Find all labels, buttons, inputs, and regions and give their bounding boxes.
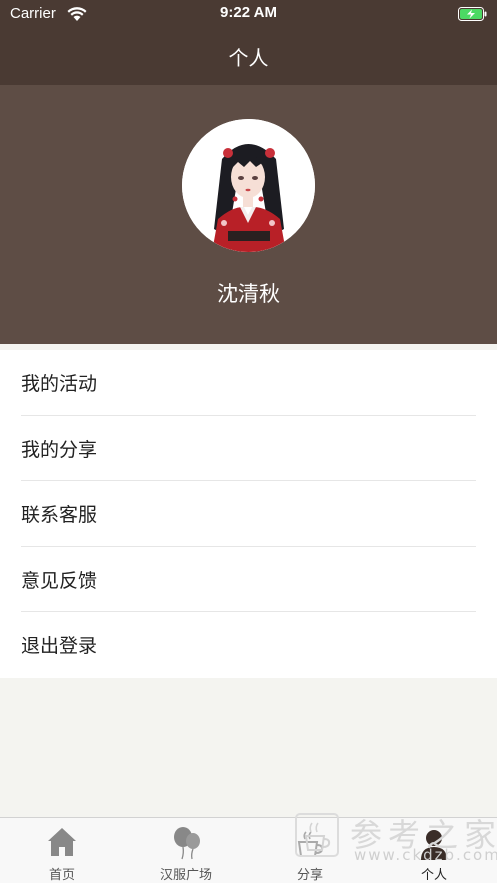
menu-item-label: 退出登录 [21, 635, 98, 658]
profile-name: 沈清秋 [217, 282, 280, 306]
avatar-illustration-icon [182, 119, 315, 252]
navigation-bar: 个人 [0, 28, 497, 85]
menu-item-my-activities[interactable]: 我的活动 [0, 350, 497, 416]
watermark-logo-icon [295, 813, 339, 857]
balloons-icon [174, 827, 200, 860]
battery-charging-icon [458, 7, 487, 21]
tab-home[interactable]: 首页 [0, 818, 124, 883]
watermark: 参考之家 www.ckdzb.com [290, 808, 497, 868]
avatar[interactable] [182, 119, 315, 252]
home-icon [48, 828, 76, 856]
menu-item-label: 意见反馈 [21, 569, 98, 592]
status-time: 9:22 AM [220, 4, 277, 21]
status-bar: Carrier 9:22 AM [0, 0, 497, 28]
menu-item-feedback[interactable]: 意见反馈 [0, 547, 497, 613]
tab-label: 汉服广场 [159, 868, 212, 883]
menu-item-label: 联系客服 [21, 504, 98, 527]
menu-item-label: 我的活动 [21, 373, 98, 396]
menu-item-logout[interactable]: 退出登录 [0, 612, 497, 678]
page-title: 个人 [228, 46, 269, 70]
profile-header: 沈清秋 [0, 85, 497, 344]
tab-hanfu-square[interactable]: 汉服广场 [124, 818, 248, 883]
menu-list: 我的活动 我的分享 联系客服 意见反馈 退出登录 [0, 350, 497, 678]
watermark-url: www.ckdzb.com [354, 846, 497, 864]
menu-item-label: 我的分享 [21, 438, 98, 461]
tab-label: 首页 [48, 868, 75, 883]
menu-item-my-shares[interactable]: 我的分享 [0, 416, 497, 482]
menu-item-contact-support[interactable]: 联系客服 [0, 481, 497, 547]
